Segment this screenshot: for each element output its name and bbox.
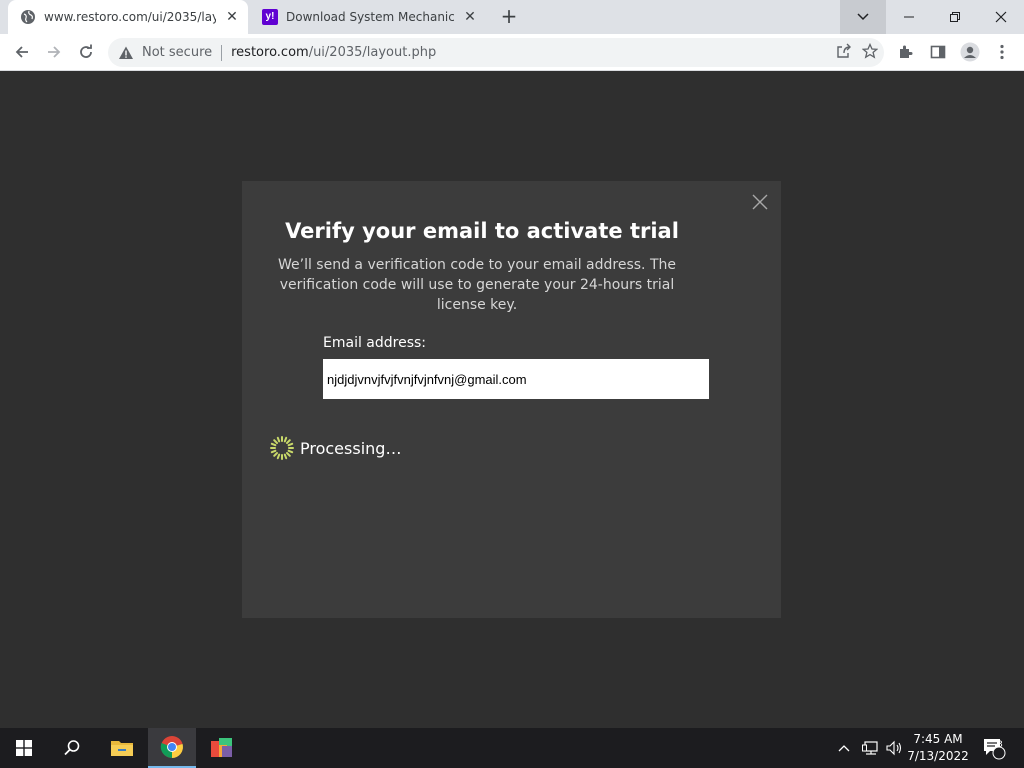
clock-time: 7:45 AM [913,732,963,746]
processing-text: Processing… [300,438,402,458]
chrome-taskbar-button[interactable] [148,728,196,768]
start-button[interactable] [0,728,48,768]
new-tab-button[interactable]: + [496,5,522,29]
address-bar[interactable]: Not secure restoro.com/ui/2035/layout.ph… [108,38,884,67]
forward-arrow-icon [48,46,61,58]
spinner-icon [270,436,294,460]
security-label[interactable]: Not secure [142,45,212,60]
puzzle-icon [900,45,913,58]
tab-strip: www.restoro.com/ui/2035/layout.php ✕ y! … [0,0,1024,34]
restore-icon [950,12,960,22]
verify-email-dialog: Verify your email to activate trial We’l… [242,181,781,618]
file-explorer-button[interactable] [98,728,146,768]
browser-toolbar: Not secure restoro.com/ui/2035/layout.ph… [0,34,1024,71]
dialog-description: We’ll send a verification code to your e… [277,257,676,313]
reload-icon [80,44,92,58]
restoro-app-icon [211,738,232,757]
dialog-close-button[interactable] [751,193,769,211]
network-icon [862,741,878,755]
chrome-icon [160,736,183,758]
clock-date: 7/13/2022 [907,749,969,763]
globe-icon [20,9,36,25]
warning-icon[interactable] [118,45,134,61]
restore-button[interactable] [932,0,978,34]
chevron-down-icon [857,13,869,21]
speaker-icon [886,740,902,756]
profile-button[interactable] [956,38,984,66]
restoro-taskbar-button[interactable] [198,728,246,768]
reload-button[interactable] [72,38,100,66]
minimize-icon [904,16,914,18]
side-panel-icon [930,45,946,59]
avatar-icon [960,42,980,62]
search-icon [64,740,80,756]
back-arrow-icon [15,46,28,58]
forward-button[interactable] [40,38,68,66]
menu-button[interactable] [988,38,1016,66]
email-label: Email address: [323,335,427,351]
close-icon [995,11,1007,23]
show-hidden-icons-button[interactable] [838,728,850,768]
volume-button[interactable] [886,728,904,768]
notifications-button[interactable]: 3 [982,728,1008,768]
tab-search-button[interactable] [840,0,886,34]
url-host: restoro.com [231,45,309,60]
taskbar-clock[interactable]: 7:45 AM 7/13/2022 [904,731,972,765]
url-text[interactable]: restoro.com/ui/2035/layout.php [231,45,436,60]
taskbar: 7:45 AM 7/13/2022 3 [0,728,1024,768]
network-button[interactable] [862,728,880,768]
minimize-button[interactable] [886,0,932,34]
close-window-button[interactable] [978,0,1024,34]
tab-system-mechanic[interactable]: y! Download System Mechanic - Get ✕ [250,0,486,34]
page-content: Verify your email to activate trial We’l… [0,71,1024,728]
close-icon [752,194,768,210]
windows-logo-icon [16,740,32,756]
kebab-menu-icon [1000,44,1004,60]
search-button[interactable] [48,728,96,768]
notification-count-badge: 3 [997,740,1003,750]
share-icon[interactable] [836,43,852,63]
side-panel-button[interactable] [924,38,952,66]
tab-restoro[interactable]: www.restoro.com/ui/2035/layout.php ✕ [8,0,248,34]
tab-close-icon[interactable]: ✕ [224,9,240,25]
yahoo-icon: y! [262,9,278,25]
chevron-up-icon [838,745,850,752]
processing-status: Processing… [269,435,401,461]
back-button[interactable] [8,38,36,66]
bookmark-star-icon[interactable] [861,42,879,63]
tab-title: Download System Mechanic - Get [286,10,454,24]
tab-title: www.restoro.com/ui/2035/layout.php [44,10,216,24]
url-path: /ui/2035/layout.php [308,45,437,60]
dialog-title: Verify your email to activate trial [285,219,679,243]
tab-close-icon[interactable]: ✕ [462,9,478,25]
extensions-button[interactable] [892,38,920,66]
email-field[interactable] [323,359,709,399]
omnibox-divider [221,44,223,61]
folder-icon [111,741,133,756]
